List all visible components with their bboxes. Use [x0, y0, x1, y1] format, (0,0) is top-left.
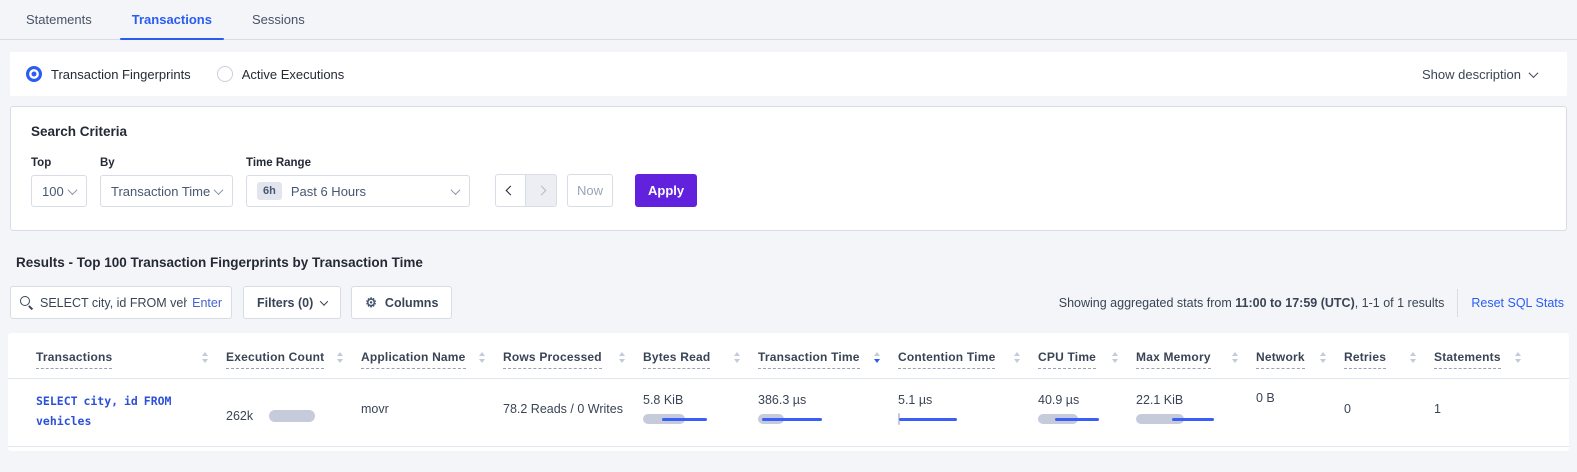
max-memory-cell: 22.1 KiB	[1136, 391, 1256, 431]
column-header-bytes-read[interactable]: Bytes Read	[643, 350, 758, 369]
column-header-execution-count[interactable]: Execution Count	[226, 350, 361, 369]
column-header-contention-time[interactable]: Contention Time	[898, 350, 1038, 369]
sort-icon[interactable]	[1320, 352, 1326, 363]
top-select[interactable]: 100	[31, 175, 87, 207]
chevron-down-icon	[320, 297, 328, 305]
network-cell: 0 B	[1256, 391, 1344, 431]
column-header-max-memory[interactable]: Max Memory	[1136, 350, 1256, 369]
rows-processed-cell: 78.2 Reads / 0 Writes	[503, 391, 643, 431]
columns-label: Columns	[385, 296, 438, 310]
view-toggle-band: Transaction Fingerprints Active Executio…	[10, 52, 1567, 96]
column-header-transactions[interactable]: Transactions	[36, 350, 226, 369]
top-label: Top	[31, 157, 87, 169]
filters-label: Filters (0)	[257, 296, 313, 310]
chevron-down-icon	[68, 185, 78, 195]
execution-count-cell: 262k	[226, 391, 361, 431]
column-header-transaction-time[interactable]: Transaction Time	[758, 350, 898, 369]
tab-statements[interactable]: Statements	[6, 0, 112, 39]
previous-time-window-button[interactable]	[495, 174, 526, 207]
radio-transaction-fingerprints[interactable]: Transaction Fingerprints	[26, 66, 191, 82]
column-header-rows-processed[interactable]: Rows Processed	[503, 350, 643, 369]
search-criteria-card: Search Criteria Top 100 By Transaction T…	[10, 106, 1567, 231]
time-window-arrows	[495, 174, 557, 207]
results-table: Transactions Execution Count Application…	[8, 333, 1569, 451]
radio-label: Active Executions	[242, 67, 345, 82]
columns-button[interactable]: ⚙ Columns	[351, 286, 452, 319]
search-box[interactable]: Enter	[10, 286, 232, 319]
top-tab-bar: Statements Transactions Sessions	[0, 0, 1577, 40]
chevron-right-icon	[536, 186, 546, 196]
enter-hint[interactable]: Enter	[192, 296, 222, 310]
column-header-retries[interactable]: Retries	[1344, 350, 1434, 369]
search-icon	[20, 296, 33, 309]
by-label: By	[100, 157, 233, 169]
next-time-window-button[interactable]	[526, 174, 557, 207]
statements-cell: 1	[1434, 391, 1539, 431]
column-header-application-name[interactable]: Application Name	[361, 350, 503, 369]
apply-button[interactable]: Apply	[635, 174, 697, 207]
sort-icon[interactable]	[1014, 352, 1020, 363]
contention-time-barchart	[898, 413, 993, 425]
tab-sessions[interactable]: Sessions	[232, 0, 325, 39]
radio-label: Transaction Fingerprints	[51, 67, 191, 82]
contention-time-cell: 5.1 µs	[898, 391, 1038, 431]
aggregated-stats-text: Showing aggregated stats from 11:00 to 1…	[1059, 296, 1445, 310]
show-description-label: Show description	[1422, 67, 1521, 82]
bytes-read-barchart	[643, 413, 738, 425]
results-toolbar: Enter Filters (0) ⚙ Columns Showing aggr…	[10, 286, 1567, 319]
table-header-row: Transactions Execution Count Application…	[8, 335, 1569, 379]
vertical-divider	[1457, 289, 1458, 317]
top-select-value: 100	[42, 184, 64, 199]
application-name-cell: movr	[361, 391, 503, 431]
tab-transactions[interactable]: Transactions	[112, 0, 232, 39]
stats-time-range: 11:00 to 17:59 (UTC)	[1235, 296, 1354, 310]
column-header-statements[interactable]: Statements	[1434, 350, 1539, 369]
sort-icon[interactable]	[202, 352, 208, 363]
sort-icon[interactable]	[337, 352, 343, 363]
cpu-time-barchart	[1038, 413, 1133, 425]
now-button[interactable]: Now	[567, 174, 613, 207]
gear-icon: ⚙	[365, 296, 377, 309]
by-select[interactable]: Transaction Time	[100, 175, 233, 207]
sort-icon-active[interactable]	[874, 352, 880, 363]
max-memory-barchart	[1136, 413, 1231, 425]
transaction-time-cell: 386.3 µs	[758, 391, 898, 431]
table-row: SELECT city, id FROM vehicles 262k movr …	[8, 379, 1569, 447]
sort-icon[interactable]	[1515, 352, 1521, 363]
filters-button[interactable]: Filters (0)	[243, 286, 341, 319]
sort-icon[interactable]	[734, 352, 740, 363]
time-range-badge: 6h	[257, 182, 282, 200]
bytes-read-cell: 5.8 KiB	[643, 391, 758, 431]
time-range-value: Past 6 Hours	[291, 184, 366, 199]
time-range-select[interactable]: 6h Past 6 Hours	[246, 175, 470, 207]
radio-active-executions[interactable]: Active Executions	[217, 66, 345, 82]
chevron-down-icon	[1529, 68, 1539, 78]
search-input[interactable]	[40, 296, 187, 310]
chevron-left-icon	[506, 186, 516, 196]
transactions-page: Statements Transactions Sessions Transac…	[0, 0, 1577, 472]
transaction-time-barchart	[758, 413, 853, 425]
by-select-value: Transaction Time	[111, 184, 210, 199]
transaction-fingerprint-link[interactable]: SELECT city, id FROM vehicles	[36, 391, 196, 431]
column-header-network[interactable]: Network	[1256, 350, 1344, 369]
column-header-cpu-time[interactable]: CPU Time	[1038, 350, 1136, 369]
execution-count-bar	[269, 410, 315, 422]
sort-icon[interactable]	[1232, 352, 1238, 363]
time-range-label: Time Range	[246, 157, 470, 169]
chevron-down-icon	[451, 185, 461, 195]
retries-cell: 0	[1344, 391, 1434, 431]
chevron-down-icon	[214, 185, 224, 195]
sort-icon[interactable]	[619, 352, 625, 363]
reset-sql-stats-link[interactable]: Reset SQL Stats	[1471, 296, 1567, 310]
results-heading: Results - Top 100 Transaction Fingerprin…	[16, 255, 1577, 270]
cpu-time-cell: 40.9 µs	[1038, 391, 1136, 431]
sort-icon[interactable]	[1112, 352, 1118, 363]
show-description-toggle[interactable]: Show description	[1422, 67, 1551, 82]
sort-icon[interactable]	[479, 352, 485, 363]
search-criteria-title: Search Criteria	[31, 124, 1546, 139]
radio-selected-icon	[26, 66, 42, 82]
radio-unselected-icon	[217, 66, 233, 82]
sort-icon[interactable]	[1410, 352, 1416, 363]
